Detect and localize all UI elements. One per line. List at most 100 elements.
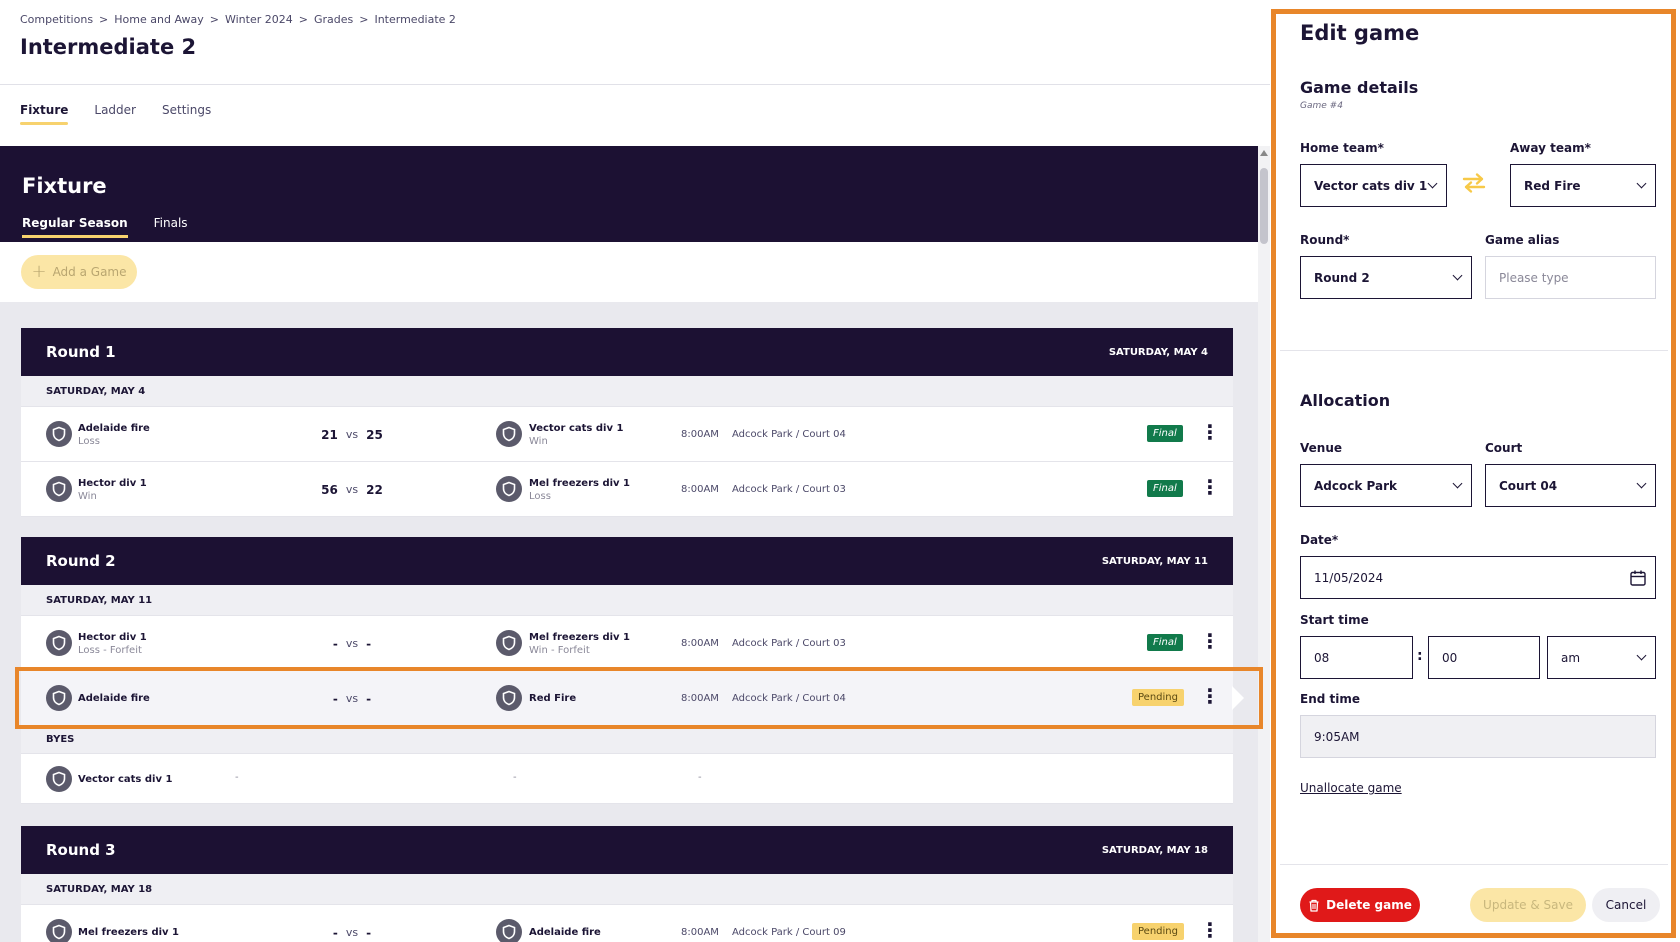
away-team-select[interactable]: Red Fire — [1510, 164, 1656, 207]
bye-row: Vector cats div 1 - - - — [21, 754, 1233, 804]
trash-icon — [1309, 899, 1319, 912]
status-badge: Final — [1147, 480, 1183, 497]
away-team-name: Vector cats div 1 — [529, 423, 624, 434]
vs-label: vs — [345, 483, 359, 496]
home-team-select[interactable]: Vector cats div 1 — [1300, 164, 1447, 207]
breadcrumb-home-and-away[interactable]: Home and Away — [114, 13, 204, 26]
end-time-label: End time — [1300, 692, 1360, 706]
breadcrumb-separator: > — [298, 13, 308, 26]
date-row: SATURDAY, MAY 18 — [21, 874, 1233, 905]
swap-teams-icon[interactable] — [1460, 172, 1488, 194]
breadcrumb-competitions[interactable]: Competitions — [20, 13, 93, 26]
am-pm-select[interactable]: am — [1547, 636, 1656, 679]
chevron-down-icon — [1452, 270, 1463, 281]
scrollbar-thumb[interactable] — [1260, 168, 1268, 244]
game-alias-label: Game alias — [1485, 233, 1560, 247]
shield-icon — [46, 685, 72, 711]
breadcrumb: Competitions > Home and Away > Winter 20… — [20, 13, 456, 26]
breadcrumb-separator: > — [209, 13, 219, 26]
tab-regular-season[interactable]: Regular Season — [22, 216, 128, 238]
unallocate-game-link[interactable]: Unallocate game — [1300, 781, 1402, 795]
away-team-result: Loss — [529, 491, 551, 502]
game-alias-input[interactable]: Please type — [1485, 256, 1656, 299]
away-score: 25 — [366, 428, 383, 442]
round-card: Round 2 SATURDAY, MAY 11 SATURDAY, MAY 1… — [21, 537, 1233, 804]
away-team-value: Red Fire — [1524, 178, 1581, 193]
shield-icon — [46, 421, 72, 447]
game-row[interactable]: Hector div 1 Loss - Forfeit - vs - Mel f… — [21, 616, 1233, 671]
main-scrollbar[interactable] — [1258, 146, 1270, 942]
add-game-button[interactable]: + Add a Game — [21, 255, 137, 289]
start-minute-input[interactable]: 00 — [1428, 636, 1540, 679]
date-input[interactable]: 11/05/2024 — [1300, 556, 1656, 599]
plus-icon: + — [31, 261, 47, 282]
shield-icon — [46, 476, 72, 502]
cancel-button[interactable]: Cancel — [1592, 888, 1660, 922]
venue-label: Venue — [1300, 441, 1342, 455]
shield-icon — [496, 630, 522, 656]
home-score: - — [332, 692, 338, 706]
round-header: Round 3 SATURDAY, MAY 18 — [21, 826, 1233, 874]
home-team-value: Vector cats div 1 — [1314, 178, 1428, 193]
chevron-down-icon — [1427, 178, 1438, 189]
panel-title: Edit game — [1300, 21, 1420, 45]
scroll-up-icon[interactable] — [1260, 150, 1268, 156]
score: 56 vs 22 — [312, 483, 392, 497]
round-card: Round 3 SATURDAY, MAY 18 SATURDAY, MAY 1… — [21, 826, 1233, 942]
app: Competitions > Home and Away > Winter 20… — [0, 0, 1680, 942]
game-venue: Adcock Park / Court 04 — [732, 693, 846, 704]
court-select[interactable]: Court 04 — [1485, 464, 1656, 507]
status-badge: Pending — [1132, 923, 1184, 940]
score: 21 vs 25 — [312, 428, 392, 442]
breadcrumb-winter-2024[interactable]: Winter 2024 — [225, 13, 293, 26]
tab-ladder[interactable]: Ladder — [94, 103, 136, 125]
round-name: Round 2 — [46, 552, 116, 570]
status-badge: Final — [1147, 634, 1183, 651]
edit-game-panel: Edit game Game details Game #4 Home team… — [1270, 0, 1680, 942]
round-select[interactable]: Round 2 — [1300, 256, 1472, 299]
start-hour-input[interactable]: 08 — [1300, 636, 1413, 679]
game-row[interactable]: Mel freezers div 1 - vs - Adelaide fire … — [21, 905, 1233, 942]
away-score: 22 — [366, 483, 383, 497]
status-badge: Final — [1147, 425, 1183, 442]
home-score: - — [332, 637, 338, 651]
calendar-icon[interactable] — [1629, 569, 1647, 587]
round-name: Round 3 — [46, 841, 116, 859]
game-venue: Adcock Park / Court 04 — [732, 429, 846, 440]
tab-settings[interactable]: Settings — [162, 103, 211, 125]
more-options-icon[interactable]: ⋮ — [1200, 631, 1220, 651]
chevron-down-icon — [1636, 478, 1647, 489]
away-score: - — [366, 637, 372, 651]
venue-select[interactable]: Adcock Park — [1300, 464, 1472, 507]
more-options-icon[interactable]: ⋮ — [1200, 686, 1220, 706]
page-title: Intermediate 2 — [20, 35, 197, 59]
chevron-down-icon — [1452, 478, 1463, 489]
update-save-button[interactable]: Update & Save — [1470, 888, 1586, 922]
game-row[interactable]: Hector div 1 Win 56 vs 22 Mel freezers d… — [21, 462, 1233, 517]
vs-label: vs — [345, 428, 359, 441]
home-team-name: Adelaide fire — [78, 693, 150, 704]
game-row-selected[interactable]: Adelaide fire - vs - Red Fire 8:00AM Adc… — [21, 671, 1233, 726]
more-options-icon[interactable]: ⋮ — [1200, 920, 1220, 940]
fixture-header: Fixture Regular Season Finals — [0, 146, 1258, 242]
more-options-icon[interactable]: ⋮ — [1200, 422, 1220, 442]
date-row: SATURDAY, MAY 4 — [21, 376, 1233, 407]
game-venue: Adcock Park / Court 03 — [732, 484, 846, 495]
court-label: Court — [1485, 441, 1523, 455]
more-options-icon[interactable]: ⋮ — [1200, 477, 1220, 497]
game-row[interactable]: Adelaide fire Loss 21 vs 25 Vector cats … — [21, 407, 1233, 462]
round-card: Round 1 SATURDAY, MAY 4 SATURDAY, MAY 4 … — [21, 328, 1233, 517]
home-score: 21 — [321, 428, 338, 442]
away-team-name: Adelaide fire — [529, 927, 601, 938]
breadcrumb-intermediate-2[interactable]: Intermediate 2 — [374, 13, 455, 26]
home-team-result: Loss - Forfeit — [78, 645, 142, 656]
fixture-title: Fixture — [22, 174, 107, 198]
chevron-down-icon — [1636, 178, 1647, 189]
breadcrumb-grades[interactable]: Grades — [314, 13, 353, 26]
bye-dash: - — [698, 772, 702, 783]
home-team-name: Adelaide fire — [78, 423, 150, 434]
tab-fixture[interactable]: Fixture — [20, 103, 69, 125]
delete-game-button[interactable]: Delete game — [1300, 888, 1420, 922]
end-time-field: 9:05AM — [1300, 715, 1656, 758]
tab-finals[interactable]: Finals — [154, 216, 188, 238]
